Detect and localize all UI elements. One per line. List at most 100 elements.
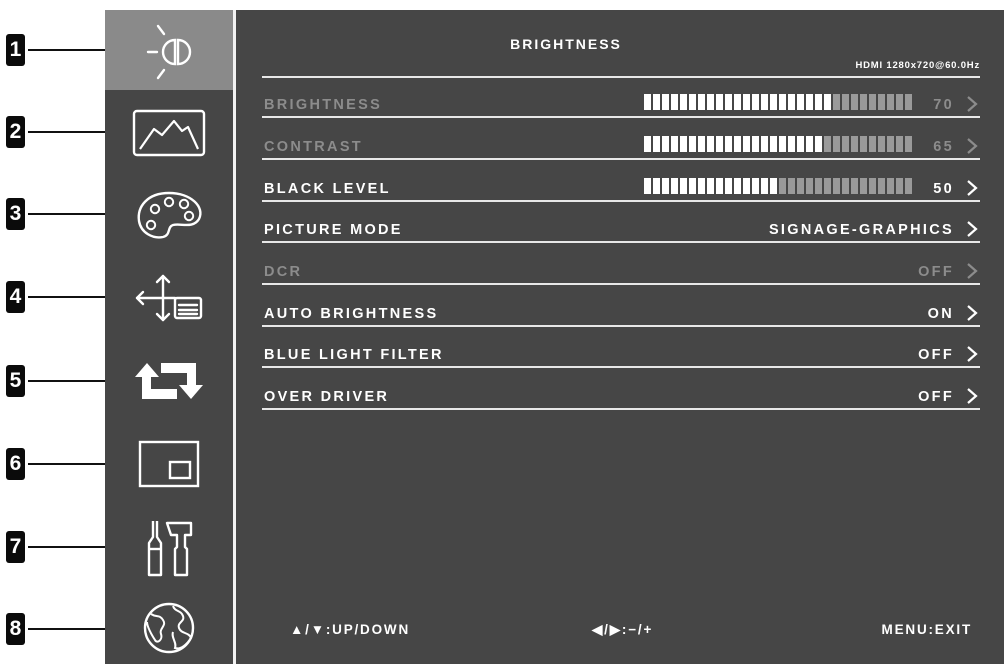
setting-row-blue-light-filter[interactable]: BLUE LIGHT FILTER OFF <box>262 336 980 368</box>
callout-1: 1 <box>6 34 25 66</box>
bar-segment-empty <box>869 136 876 152</box>
setting-label: CONTRAST <box>264 139 363 155</box>
bar-segment-filled <box>716 94 723 110</box>
setting-label: PICTURE MODE <box>264 222 403 238</box>
bar-segment-filled <box>689 136 696 152</box>
bar-segment-filled <box>653 94 660 110</box>
menu-item-position[interactable] <box>105 258 233 338</box>
title-divider <box>262 76 980 78</box>
bar-segment-filled <box>653 136 660 152</box>
bar-segment-empty <box>878 94 885 110</box>
bar-segment-filled <box>644 94 651 110</box>
bar-segment-filled <box>653 178 660 194</box>
bar-segment-empty <box>878 178 885 194</box>
setting-value: OFF <box>918 347 954 363</box>
hint-up-down: ▲/▼:UP/DOWN <box>289 622 410 637</box>
bar-segment-empty <box>896 136 903 152</box>
bar-segment-filled <box>680 94 687 110</box>
callout-4: 4 <box>6 281 25 313</box>
setting-value: 65 <box>933 139 954 155</box>
chevron-right-icon[interactable] <box>966 221 978 237</box>
bar-segment-empty <box>815 178 822 194</box>
bar-segment-empty <box>896 94 903 110</box>
setting-row-over-driver[interactable]: OVER DRIVER OFF <box>262 378 980 410</box>
bar-segment-filled <box>662 178 669 194</box>
bar-segment-empty <box>905 94 912 110</box>
setting-label: BLACK LEVEL <box>264 181 391 197</box>
bar-segment-filled <box>707 178 714 194</box>
setting-row-contrast[interactable]: CONTRAST 65 <box>262 128 980 160</box>
callout-6: 6 <box>6 448 25 480</box>
bar-segment-empty <box>851 178 858 194</box>
bar-segment-filled <box>671 178 678 194</box>
bar-segment-empty <box>779 178 786 194</box>
bar-segment-filled <box>662 136 669 152</box>
setting-row-picture-mode[interactable]: PICTURE MODE SIGNAGE-GRAPHICS <box>262 211 980 243</box>
chevron-right-icon[interactable] <box>966 263 978 279</box>
bar-segment-empty <box>842 178 849 194</box>
pip-window-icon <box>138 440 200 488</box>
setting-label: DCR <box>264 264 303 280</box>
bar-segment-filled <box>761 94 768 110</box>
level-bar[interactable] <box>644 136 914 152</box>
setting-row-brightness[interactable]: BRIGHTNESS 70 <box>262 86 980 118</box>
hint-minus-plus: ◀/▶:−/+ <box>592 622 654 637</box>
bar-segment-filled <box>725 94 732 110</box>
chevron-right-icon[interactable] <box>966 138 978 154</box>
chevron-right-icon[interactable] <box>966 388 978 404</box>
menu-item-picture[interactable] <box>105 93 233 173</box>
bar-segment-filled <box>761 178 768 194</box>
bar-segment-empty <box>806 178 813 194</box>
bar-segment-empty <box>833 136 840 152</box>
bar-segment-empty <box>833 94 840 110</box>
bar-segment-filled <box>770 178 777 194</box>
level-bar[interactable] <box>644 94 914 110</box>
chevron-right-icon[interactable] <box>966 96 978 112</box>
menu-item-brightness[interactable] <box>105 10 233 90</box>
menu-item-color[interactable] <box>105 175 233 255</box>
bar-segment-filled <box>671 136 678 152</box>
menu-item-system[interactable] <box>105 507 233 587</box>
callout-3: 3 <box>6 198 25 230</box>
setting-label: BLUE LIGHT FILTER <box>264 347 444 363</box>
tools-icon <box>147 521 193 577</box>
setting-row-dcr[interactable]: DCR OFF <box>262 253 980 285</box>
level-bar[interactable] <box>644 178 914 194</box>
bar-segment-filled <box>698 94 705 110</box>
setting-row-auto-brightness[interactable]: AUTO BRIGHTNESS ON <box>262 295 980 327</box>
setting-value: OFF <box>918 264 954 280</box>
bar-segment-empty <box>860 178 867 194</box>
bar-segment-filled <box>770 94 777 110</box>
setting-label: OVER DRIVER <box>264 389 390 405</box>
bar-segment-empty <box>824 136 831 152</box>
rotate-arrows-icon <box>135 363 203 399</box>
bar-segment-filled <box>734 178 741 194</box>
bar-segment-filled <box>644 136 651 152</box>
chevron-right-icon[interactable] <box>966 180 978 196</box>
bar-segment-filled <box>680 178 687 194</box>
bar-segment-filled <box>644 178 651 194</box>
bar-segment-empty <box>896 178 903 194</box>
bar-segment-filled <box>671 94 678 110</box>
menu-item-pip[interactable] <box>105 424 233 504</box>
bar-segment-filled <box>725 178 732 194</box>
setting-row-black-level[interactable]: BLACK LEVEL 50 <box>262 170 980 202</box>
bar-segment-filled <box>707 94 714 110</box>
bar-segment-filled <box>698 136 705 152</box>
setting-value: 70 <box>933 97 954 113</box>
bar-segment-filled <box>689 178 696 194</box>
menu-item-language[interactable] <box>105 588 233 668</box>
bar-segment-empty <box>905 178 912 194</box>
bar-segment-filled <box>788 94 795 110</box>
bar-segment-filled <box>698 178 705 194</box>
panel-title: BRIGHTNESS <box>510 36 622 52</box>
chevron-right-icon[interactable] <box>966 346 978 362</box>
bar-segment-filled <box>734 136 741 152</box>
bar-segment-filled <box>815 94 822 110</box>
bar-segment-empty <box>887 178 894 194</box>
callout-5: 5 <box>6 365 25 397</box>
bar-segment-empty <box>851 94 858 110</box>
bar-segment-filled <box>788 136 795 152</box>
menu-item-rotation[interactable] <box>105 341 233 421</box>
chevron-right-icon[interactable] <box>966 305 978 321</box>
